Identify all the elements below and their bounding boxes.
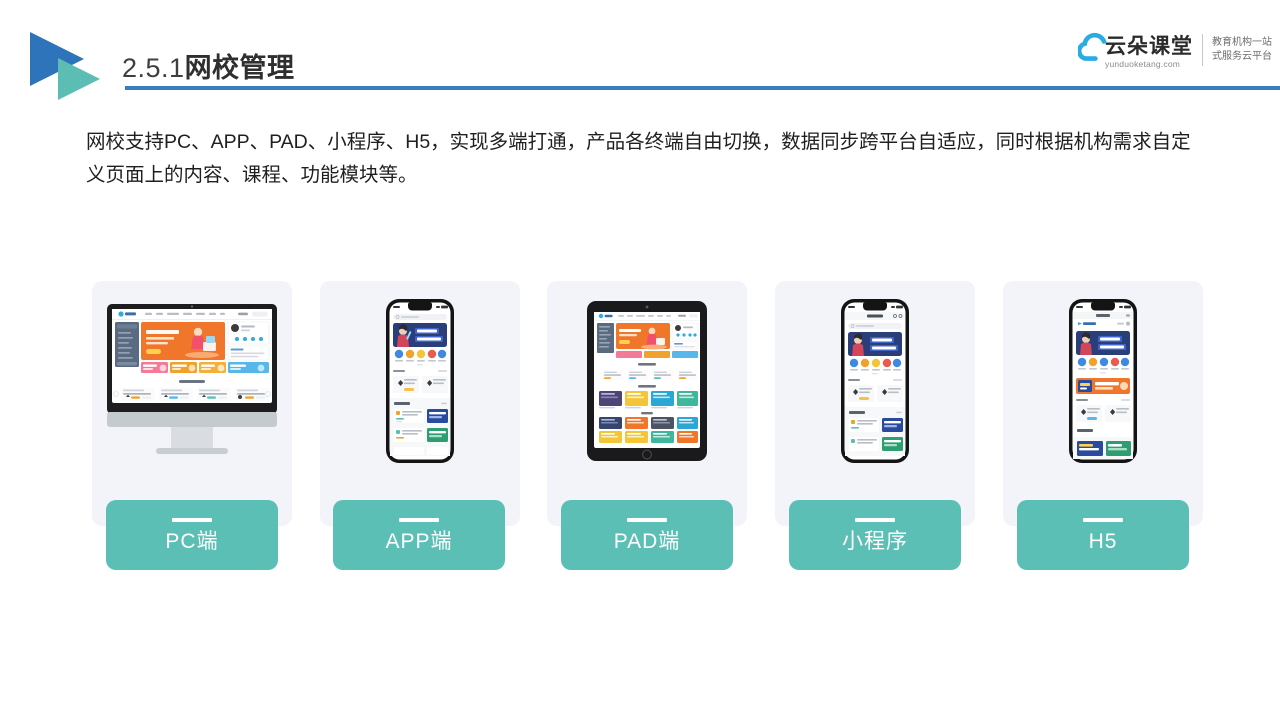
brand-lockup: 云朵课堂 yunduoketang.com 教育机构一站 式服务云平台 [1076,32,1272,69]
device-label-text: APP端 [385,530,453,553]
slide-root: 2.5.1网校管理 云朵课堂 yunduoketang.com 教育机构一站 式… [0,0,1280,720]
slide-header: 2.5.1网校管理 云朵课堂 yunduoketang.com 教育机构一站 式… [0,0,1280,110]
device-label-text: PAD端 [613,530,681,553]
device-label-h5[interactable]: H5 [1017,500,1189,570]
device-card-row: PC端 APP端 PAD端 小程序 H5 [0,281,1280,581]
brand-name: 云朵课堂 [1105,33,1193,58]
title-underline [125,86,1280,90]
device-label-pad[interactable]: PAD端 [561,500,733,570]
label-dash [399,518,439,522]
label-dash [1083,518,1123,522]
page-title-number: 2.5.1 [122,53,185,83]
brand-text: 云朵课堂 yunduoketang.com [1105,33,1193,69]
device-card-h5[interactable] [1003,281,1203,526]
device-label-miniprogram[interactable]: 小程序 [789,500,961,570]
device-card-pad[interactable] [547,281,747,526]
device-label-text: PC端 [165,530,219,553]
brand-tagline-line2: 式服务云平台 [1212,51,1272,62]
device-card-miniprogram[interactable] [775,281,975,526]
device-card-pc[interactable] [92,281,292,526]
smartphone-icon [1003,281,1203,481]
device-label-text: H5 [1088,530,1118,553]
smartphone-icon [775,281,975,481]
double-triangle-play-icon [28,28,114,102]
brand-tagline: 教育机构一站 式服务云平台 [1212,36,1272,65]
label-dash [172,518,212,522]
desktop-monitor-icon [92,281,292,481]
brand-divider [1202,34,1203,66]
page-title: 2.5.1网校管理 [122,46,295,85]
device-label-app[interactable]: APP端 [333,500,505,570]
label-dash [627,518,667,522]
intro-paragraph: 网校支持PC、APP、PAD、小程序、H5，实现多端打通，产品各终端自由切换，数… [86,131,1191,186]
smartphone-icon [320,281,520,481]
page-title-text: 网校管理 [184,53,295,83]
brand-tagline-line1: 教育机构一站 [1212,36,1272,48]
brand-logo: 云朵课堂 yunduoketang.com [1076,32,1193,69]
cloud-icon [1076,32,1112,68]
device-label-pc[interactable]: PC端 [106,500,278,570]
device-card-app[interactable] [320,281,520,526]
brand-url: yunduoketang.com [1105,58,1181,69]
label-dash [855,518,895,522]
device-label-text: 小程序 [842,530,908,553]
tablet-icon [547,281,747,481]
